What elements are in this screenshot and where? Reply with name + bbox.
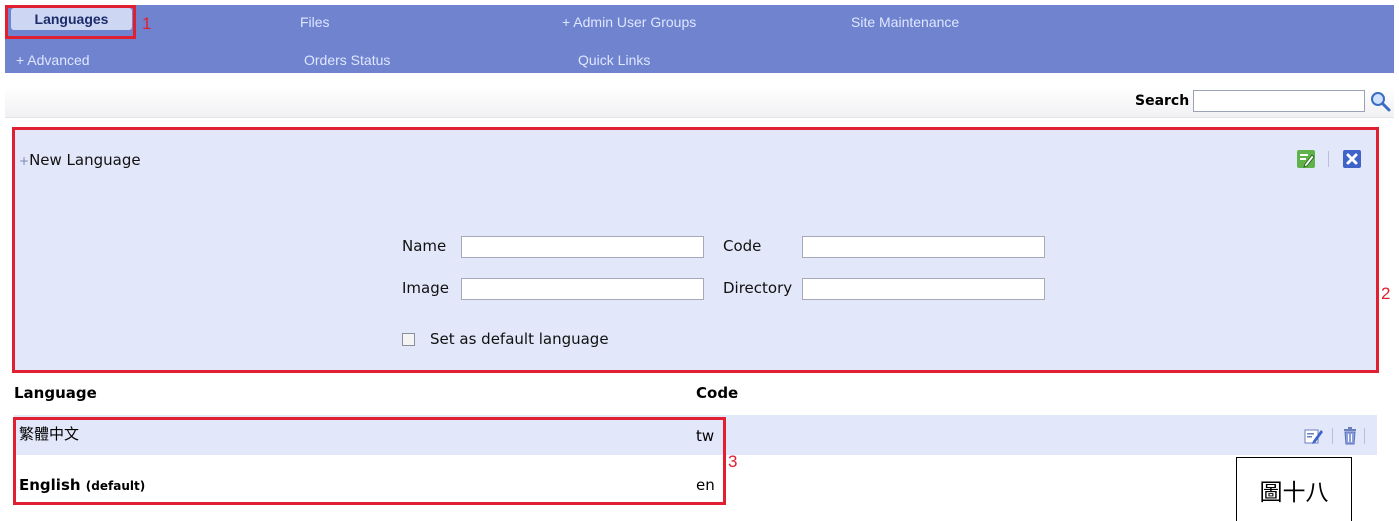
nav-item-site-maintenance[interactable]: Site Maintenance (851, 14, 959, 30)
column-header-code: Code (696, 384, 739, 402)
search-input[interactable] (1193, 90, 1365, 112)
edit-icon[interactable] (1304, 427, 1324, 445)
nav-item-admin-user-groups[interactable]: + Admin User Groups (562, 14, 696, 30)
annotation-box-2 (12, 127, 1379, 373)
top-navigation: Languages Files + Admin User Groups Site… (5, 5, 1394, 73)
annotation-label-1: 1 (142, 14, 152, 33)
annotation-label-2: 2 (1381, 284, 1391, 303)
annotation-box-1 (5, 5, 136, 39)
trash-icon[interactable] (1343, 427, 1357, 445)
annotation-box-3 (13, 417, 726, 505)
annotation-label-3: 3 (728, 452, 738, 471)
search-icon[interactable] (1369, 90, 1391, 112)
icon-separator (1332, 428, 1333, 444)
column-header-language: Language (14, 384, 97, 402)
nav-item-quick-links[interactable]: Quick Links (578, 52, 650, 68)
figure-caption: 圖十八 (1236, 457, 1352, 521)
icon-separator (1364, 428, 1365, 444)
nav-item-orders-status[interactable]: Orders Status (304, 52, 390, 68)
nav-item-advanced[interactable]: + Advanced (16, 52, 90, 68)
search-label: Search (1135, 93, 1190, 109)
nav-item-files[interactable]: Files (300, 14, 330, 30)
search-bar: Search (5, 87, 1394, 118)
